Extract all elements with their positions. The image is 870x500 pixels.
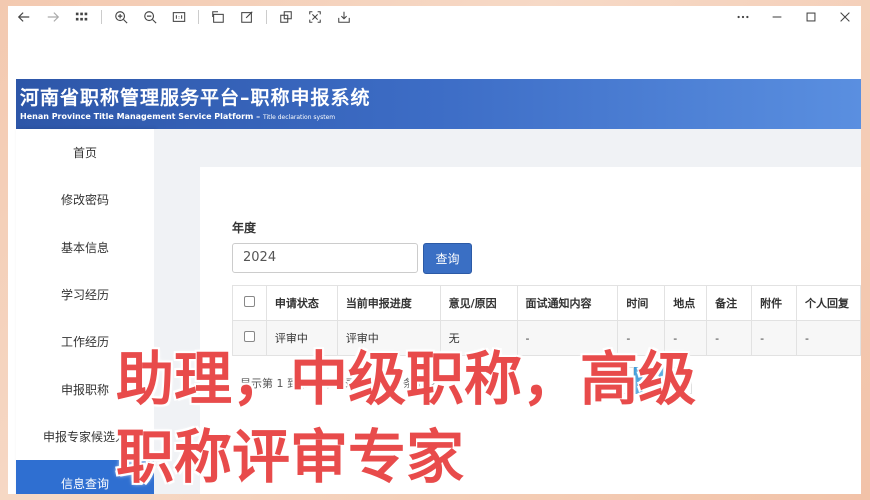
overlay-caption-line1: 助理，中级职称，高级 bbox=[116, 345, 697, 413]
year-label: 年度 bbox=[232, 221, 257, 235]
sidebar-item-education[interactable]: 学习经历 bbox=[16, 271, 154, 318]
query-button[interactable]: 查询 bbox=[423, 243, 472, 274]
col-status: 申请状态 bbox=[265, 285, 338, 321]
col-time: 时间 bbox=[617, 285, 666, 321]
table-cell: - bbox=[751, 320, 797, 356]
site-subtitle-main: Henan Province Title Management Service … bbox=[20, 112, 261, 121]
site-subtitle-small: Title declaration system bbox=[262, 114, 336, 121]
toolbar-divider bbox=[101, 10, 102, 24]
edit-icon[interactable] bbox=[237, 7, 257, 27]
col-progress: 当前申报进度 bbox=[336, 285, 441, 321]
actual-size-icon[interactable] bbox=[169, 7, 189, 27]
minimize-icon[interactable] bbox=[767, 7, 787, 27]
back-icon[interactable] bbox=[14, 7, 34, 27]
download-icon[interactable] bbox=[334, 7, 354, 27]
table-cell: - bbox=[706, 320, 753, 356]
window-controls bbox=[719, 6, 855, 28]
sidebar-item-basic-info[interactable]: 基本信息 bbox=[16, 224, 154, 271]
crop-icon[interactable] bbox=[276, 7, 296, 27]
site-title: 河南省职称管理服务平台–职称申报系统 bbox=[20, 87, 371, 109]
sidebar-item-home[interactable]: 首页 bbox=[16, 129, 154, 176]
row-checkbox[interactable] bbox=[244, 331, 255, 342]
forward-icon[interactable] bbox=[43, 7, 63, 27]
fullscreen-icon[interactable] bbox=[305, 7, 325, 27]
sidebar-item-change-password[interactable]: 修改密码 bbox=[16, 176, 154, 223]
col-reply: 个人回复 bbox=[795, 285, 861, 321]
col-interview-notice: 面试通知内容 bbox=[516, 285, 619, 321]
toolbar-divider bbox=[266, 10, 267, 24]
maximize-icon[interactable] bbox=[801, 7, 821, 27]
site-banner: 河南省职称管理服务平台–职称申报系统 Henan Province Title … bbox=[16, 79, 861, 129]
more-options-icon[interactable] bbox=[733, 7, 753, 27]
table-header-row: 申请状态 当前申报进度 意见/原因 面试通知内容 时间 地点 备注 附件 个人回… bbox=[232, 285, 861, 321]
col-attachment: 附件 bbox=[751, 285, 797, 321]
site-subtitle: Henan Province Title Management Service … bbox=[20, 112, 335, 121]
toolbar-divider bbox=[198, 10, 199, 24]
browser-window: 河南省职称管理服务平台–职称申报系统 Henan Province Title … bbox=[8, 6, 861, 494]
year-input[interactable]: 2024 bbox=[232, 243, 418, 273]
col-reason: 意见/原因 bbox=[439, 285, 518, 321]
zoom-in-icon[interactable] bbox=[111, 7, 131, 27]
select-all-checkbox[interactable] bbox=[244, 296, 255, 307]
close-icon[interactable] bbox=[835, 7, 855, 27]
select-all-cell bbox=[232, 285, 267, 321]
table-cell: - bbox=[795, 320, 861, 356]
zoom-out-icon[interactable] bbox=[140, 7, 160, 27]
col-location: 地点 bbox=[664, 285, 708, 321]
overlay-caption-line2: 职称评审专家 bbox=[116, 423, 465, 491]
grid-view-icon[interactable] bbox=[72, 7, 92, 27]
viewer-toolbar bbox=[8, 6, 861, 28]
rotate-icon[interactable] bbox=[208, 7, 228, 27]
col-notes: 备注 bbox=[706, 285, 753, 321]
